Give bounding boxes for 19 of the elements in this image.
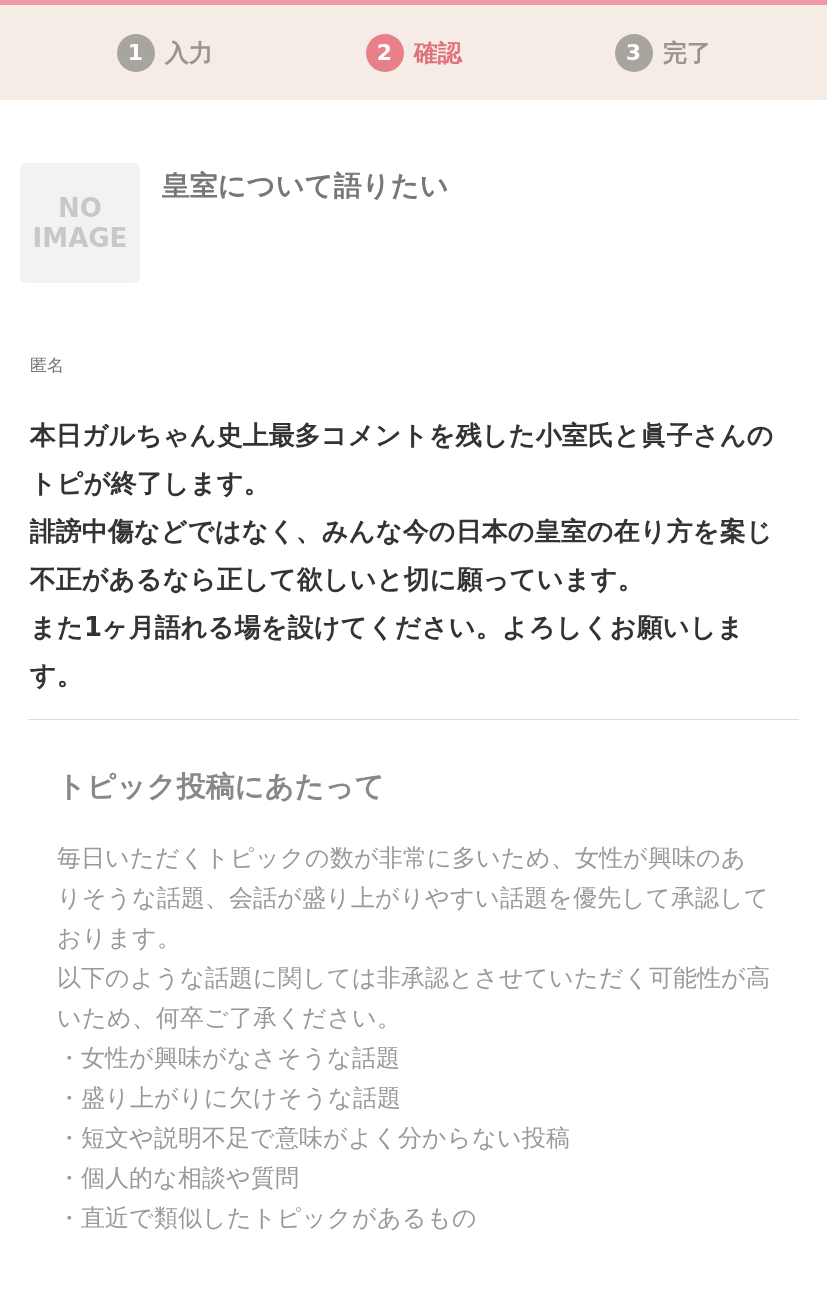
guidelines-list-item: ・女性が興味がなさそうな話題	[57, 1043, 401, 1074]
guidelines-paragraph: 毎日いただくトピックの数が非常に多いため、女性が興味のありそうな話題、会話が盛り上がりやすい話題を優先して承認しております。	[57, 843, 770, 954]
author-name: 匿名	[29, 354, 65, 377]
topic-body-paragraph: 誹謗中傷などではなく、みんな今の日本の皇室の在り方を案じ不正があるなら正して欲しいと切に願っています。	[30, 514, 774, 596]
step-number: 1	[116, 33, 155, 72]
step-number: 3	[614, 33, 653, 72]
step-label: 確認	[413, 37, 462, 69]
guidelines-list-item: ・短文や説明不足で意味がよく分からない投稿	[57, 1123, 571, 1154]
topic-title: 皇室について語りたい	[162, 168, 449, 204]
topic-body-paragraph: 本日ガルちゃん史上最多コメントを残した小室氏と眞子さんのトピが終了します。	[30, 418, 775, 500]
step-number: 2	[365, 33, 404, 72]
guidelines-list-item: ・盛り上がりに欠けそうな話題	[57, 1083, 402, 1114]
step-label: 入力	[164, 37, 213, 69]
guidelines-paragraph: 以下のような話題に関しては非承認とさせていただく可能性が高いため、何卒ご了承ください。	[57, 963, 770, 1034]
guidelines-list-item: ・個人的な相談や質問	[57, 1163, 300, 1194]
topic-body-paragraph: また1ヶ月語れる場を設けてください。よろしくお願いします。	[30, 610, 746, 692]
guidelines-list-item: ・直近で類似したトピックがあるもの	[57, 1203, 478, 1234]
guidelines-heading: トピック投稿にあたって	[57, 767, 386, 805]
step-label: 完了	[662, 37, 711, 69]
